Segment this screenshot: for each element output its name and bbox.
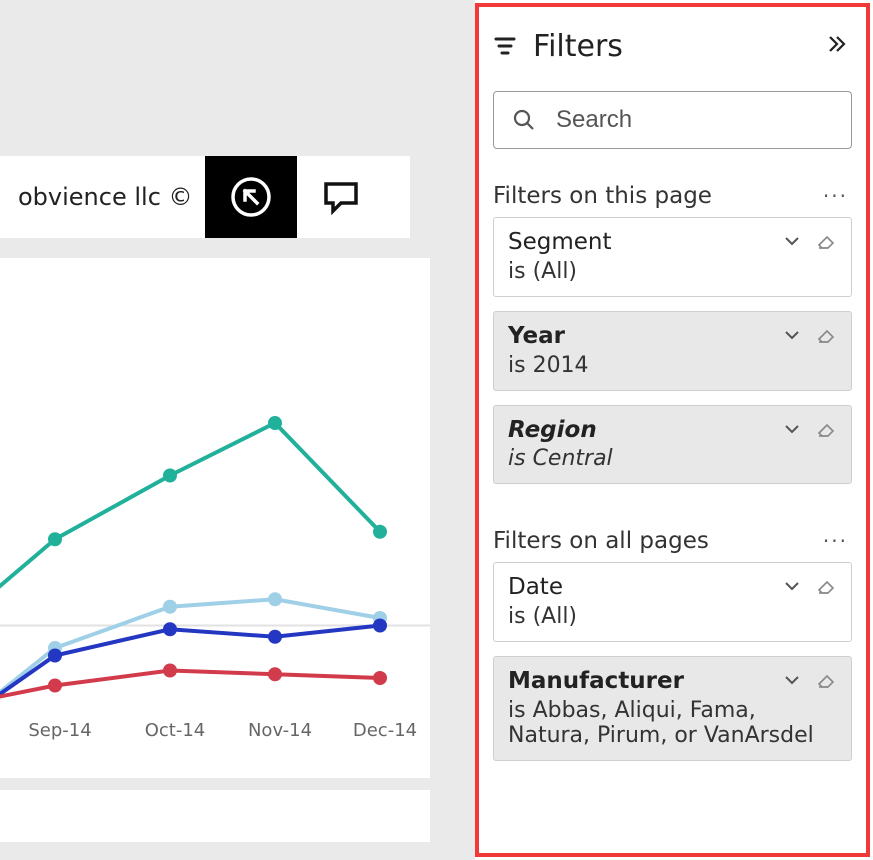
eraser-icon [816,419,836,439]
filter-card-name: Year [508,322,781,351]
filter-section-header: Filters on all pages··· [493,528,852,554]
filter-card-name: Date [508,573,781,602]
filter-expand-button[interactable] [781,418,803,440]
chart-series-marker [373,619,387,633]
ellipsis-icon: ··· [823,184,848,208]
arrow-circle-icon [228,174,274,220]
filters-pane: Filters Filters on this page···Segmentis… [475,3,870,857]
ellipsis-icon: ··· [823,529,848,553]
comment-icon [321,177,361,217]
filter-card-value: is Abbas, Aliqui, Fama, Natura, Pirum, o… [508,698,837,748]
eraser-icon [816,576,836,596]
filter-expand-button[interactable] [781,230,803,252]
filters-search-box[interactable] [493,91,852,149]
chevron-down-icon [782,231,802,251]
filter-card[interactable]: Regionis Central [493,405,852,485]
chart-series-marker [268,416,282,430]
filter-expand-button[interactable] [781,669,803,691]
filter-card-name: Region [508,416,781,445]
collapse-pane-button[interactable] [826,33,852,59]
filter-card-value: is (All) [508,604,837,629]
filter-card[interactable]: Dateis (All) [493,562,852,642]
chevron-down-icon [782,325,802,345]
filter-card[interactable]: Yearis 2014 [493,311,852,391]
chevron-down-icon [782,670,802,690]
filter-section-more-button[interactable]: ··· [823,184,852,208]
chart-series-marker [268,592,282,606]
back-arrow-button[interactable] [205,156,297,238]
chart-series-marker [48,649,62,663]
filter-clear-button[interactable] [815,230,837,252]
chart-series-line [0,423,380,603]
attribution-label: obvience llc © [18,183,193,211]
x-axis-tick-label: Sep-14 [20,720,100,741]
chart-series-marker [163,622,177,636]
chevron-double-right-icon [826,33,848,55]
eraser-icon [816,231,836,251]
filter-card[interactable]: Segmentis (All) [493,217,852,297]
filter-clear-button[interactable] [815,418,837,440]
filter-section-more-button[interactable]: ··· [823,529,852,553]
chart-series-marker [48,679,62,693]
chart-series-marker [268,630,282,644]
line-chart-visual[interactable]: Sep-14 Oct-14 Nov-14 Dec-14 [0,258,430,778]
eraser-icon [816,670,836,690]
x-axis-tick-label: Nov-14 [240,720,320,741]
filter-expand-button[interactable] [781,324,803,346]
filters-pane-header: Filters [493,25,852,67]
chart-series-marker [373,671,387,685]
filter-section-title: Filters on this page [493,183,823,209]
filter-card-value: is (All) [508,259,837,284]
filters-pane-title: Filters [533,29,826,64]
filter-section-header: Filters on this page··· [493,183,852,209]
visual-header-strip: obvience llc © [0,156,410,238]
x-axis-tick-label: Dec-14 [345,720,425,741]
chart-series-marker [268,667,282,681]
filter-card[interactable]: Manufactureris Abbas, Aliqui, Fama, Natu… [493,656,852,761]
chart-series-marker [373,525,387,539]
canvas-top-gray [0,0,475,156]
filter-clear-button[interactable] [815,324,837,346]
filters-search-input[interactable] [554,105,868,135]
filter-clear-button[interactable] [815,575,837,597]
filter-card-name: Manufacturer [508,667,781,696]
filter-card-value: is 2014 [508,353,837,378]
chart-series-marker [163,469,177,483]
chart-series-line [0,626,380,709]
chevron-down-icon [782,576,802,596]
filter-card-value: is Central [508,446,837,471]
chart-series-marker [163,664,177,678]
filter-icon [493,34,519,58]
canvas-bottom-strip [0,790,430,842]
chart-series-marker [48,532,62,546]
filter-clear-button[interactable] [815,669,837,691]
search-icon [512,108,536,132]
comment-button[interactable] [297,156,385,238]
filter-expand-button[interactable] [781,575,803,597]
report-canvas-left: obvience llc © Sep-14 Oct-14 Nov-14 Dec-14 [0,0,475,860]
chart-plot-area [0,333,430,708]
eraser-icon [816,325,836,345]
chart-x-axis: Sep-14 Oct-14 Nov-14 Dec-14 [0,720,430,750]
filter-card-name: Segment [508,228,781,257]
chart-series-marker [163,600,177,614]
x-axis-tick-label: Oct-14 [135,720,215,741]
chevron-down-icon [782,419,802,439]
chart-svg [0,333,430,708]
filter-section-title: Filters on all pages [493,528,823,554]
